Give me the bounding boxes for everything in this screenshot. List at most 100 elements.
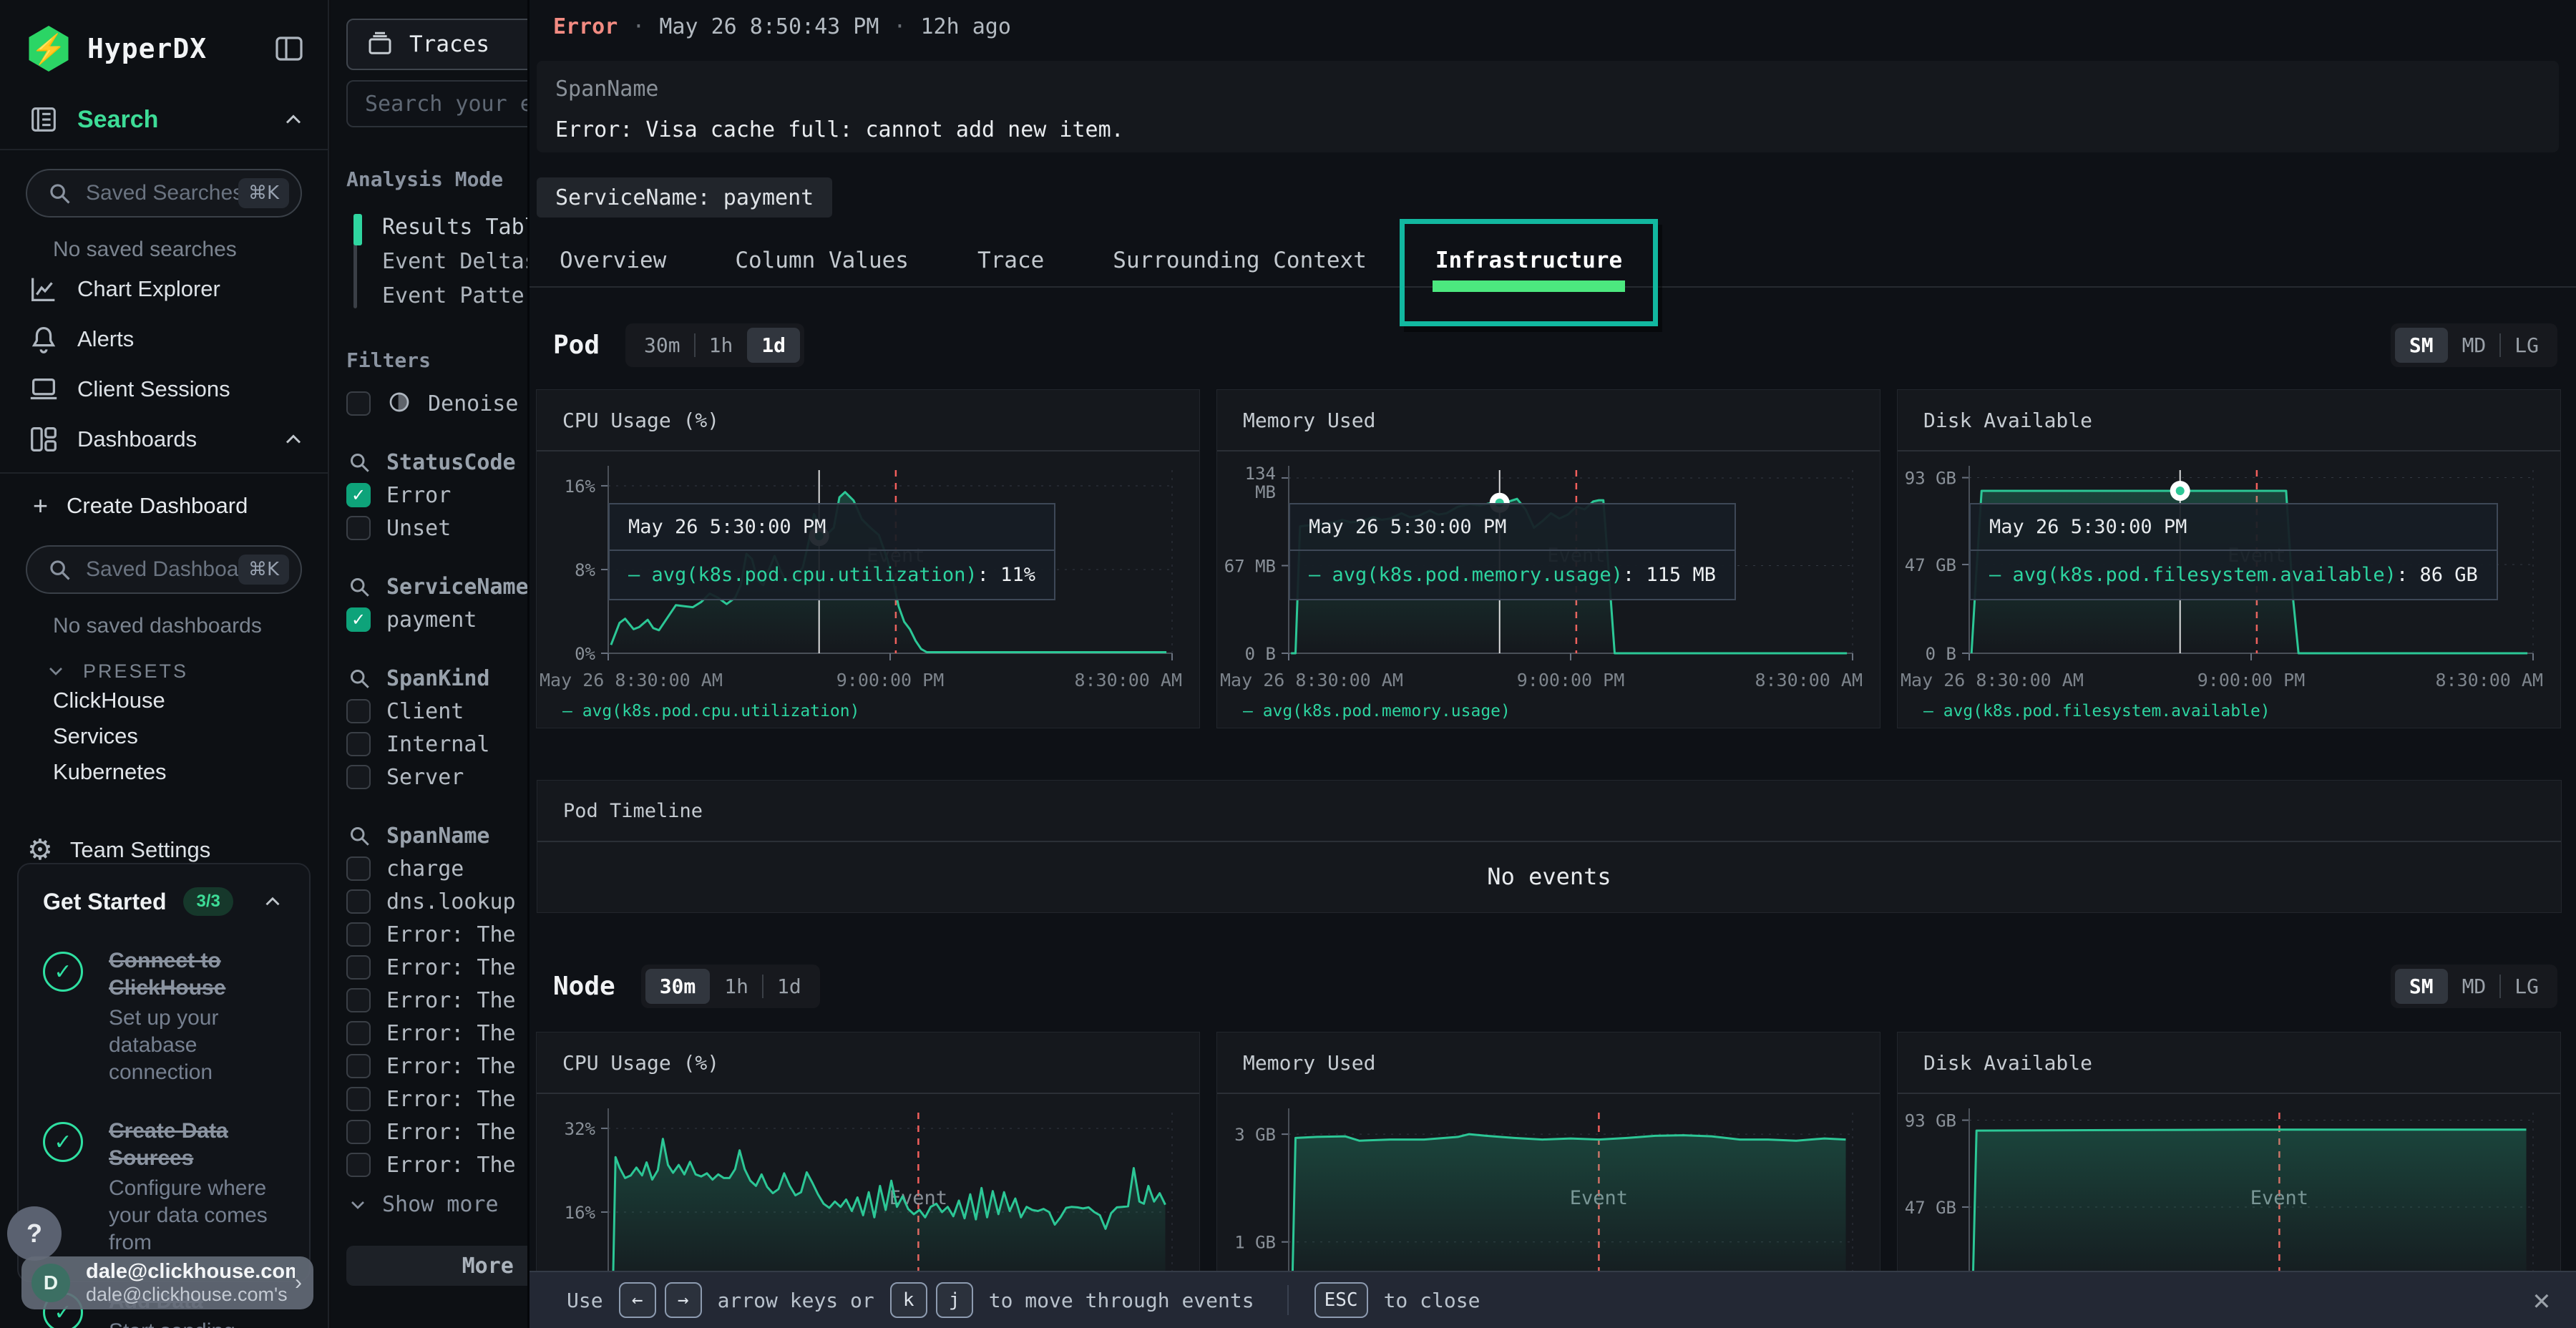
checkbox-unchecked[interactable] [346,988,371,1012]
node-range-30m[interactable]: 30m [645,969,711,1004]
checkbox-checked[interactable]: ✓ [346,607,371,632]
node-size-lg[interactable]: LG [2500,969,2553,1004]
node-size-toggle: SMMDLG [2391,965,2557,1008]
sidebar-item-client-sessions[interactable]: Client Sessions [0,366,328,412]
app-title: HyperDX [87,33,207,64]
svg-text:9:00:00 PM: 9:00:00 PM [1517,670,1625,690]
checkbox-unchecked[interactable] [346,1153,371,1177]
tab-infrastructure[interactable]: Infrastructure [1415,235,1642,286]
checkbox-unchecked[interactable] [346,765,371,789]
tab-column-values[interactable]: Column Values [715,235,929,286]
svg-text:47 GB: 47 GB [1905,555,1956,575]
svg-text:9:00:00 PM: 9:00:00 PM [836,670,945,690]
analysis-mode-track [353,214,357,308]
sidebar-item-alerts[interactable]: Alerts [0,316,328,362]
chart-tooltip: May 26 5:30:00 PM— avg(k8s.pod.memory.us… [1289,503,1736,600]
tooltip-metric: — avg(k8s.pod.cpu.utilization) [628,564,977,586]
dashboards-icon [27,423,60,456]
pod-timeline-card: Pod Timeline No events [537,780,2562,913]
pod-size-md[interactable]: MD [2448,328,2501,363]
get-started-item[interactable]: ✓Connect to ClickHouseSet up your databa… [43,947,285,1086]
service-name-chip[interactable]: ServiceName: payment [537,177,832,218]
chevron-right-icon: › [295,1271,302,1295]
team-settings-label: Team Settings [70,837,210,863]
pod-size-lg[interactable]: LG [2500,328,2553,363]
saved-dashboards-placeholder: Saved Dashboards [86,557,238,582]
sidebar-collapse-icon[interactable] [272,31,306,66]
svg-text:9:00:00 PM: 9:00:00 PM [2197,670,2306,690]
get-started-item[interactable]: ✓Create Data SourcesConfigure where your… [43,1118,285,1256]
sidebar-item-chart-explorer[interactable]: Chart Explorer [0,266,328,312]
close-icon[interactable]: ✕ [2533,1284,2550,1317]
pod-timeline-empty: No events [537,842,2561,911]
source-select-value: Traces [409,31,489,57]
chevron-up-icon [280,107,306,132]
sidebar-nav: Chart ExplorerAlertsClient SessionsDashb… [0,266,328,474]
tab-trace[interactable]: Trace [957,235,1064,286]
pod-size-sm[interactable]: SM [2395,328,2448,363]
chart-card-pod-cpu: CPU Usage (%)16%8%0%EventMay 26 8:30:00 … [536,389,1200,728]
help-button[interactable]: ? [7,1206,62,1261]
keyboard-hint-bar: Use ← → arrow keys or k j to move throug… [530,1271,2576,1328]
tab-overview[interactable]: Overview [540,235,686,286]
checkbox-unchecked[interactable] [346,516,371,540]
pod-range-1d[interactable]: 1d [747,328,800,363]
avatar: D [31,1264,70,1302]
active-tab-indicator [1433,280,1625,292]
tooltip-time: May 26 5:30:00 PM [1971,504,2497,551]
pod-range-1h[interactable]: 1h [695,328,748,363]
checkbox-unchecked[interactable] [346,856,371,881]
user-menu[interactable]: D dale@clickhouse.com dale@clickhouse.co… [21,1256,313,1309]
checkbox-checked[interactable]: ✓ [346,483,371,507]
node-range-1h[interactable]: 1h [710,969,763,1004]
checkbox-unchecked[interactable] [346,1054,371,1078]
node-size-md[interactable]: MD [2448,969,2501,1004]
search-icon [46,556,73,583]
svg-text:134MB: 134MB [1245,464,1276,502]
denoise-checkbox[interactable] [346,391,371,416]
sidebar: ⚡ HyperDX Search Saved Searches ⌘K No s [0,0,329,1328]
get-started-card: Get Started 3/3 ✓Connect to ClickHouseSe… [17,863,311,1282]
preset-item-kubernetes[interactable]: Kubernetes [0,754,328,790]
preset-item-services[interactable]: Services [0,718,328,754]
search-icon [346,665,372,691]
checkbox-unchecked[interactable] [346,699,371,723]
checkbox-unchecked[interactable] [346,732,371,756]
chart-tooltip: May 26 5:30:00 PM— avg(k8s.pod.cpu.utili… [608,503,1055,600]
sidebar-item-dashboards[interactable]: Dashboards [0,416,328,462]
svg-text:8:30:00 AM: 8:30:00 AM [1074,670,1182,690]
checkbox-unchecked[interactable] [346,1087,371,1111]
hyperdx-app: ⚡ HyperDX Search Saved Searches ⌘K No s [0,0,2576,1328]
saved-dashboards-input[interactable]: Saved Dashboards ⌘K [26,545,302,594]
presets-toggle[interactable]: PRESETS [44,660,328,683]
node-size-sm[interactable]: SM [2395,969,2448,1004]
node-section-header: Node30m1h1d [553,965,820,1008]
svg-text:47 GB: 47 GB [1905,1198,1956,1218]
chevron-up-icon[interactable] [260,889,285,914]
svg-text:93 GB: 93 GB [1905,1111,1956,1131]
checkbox-unchecked[interactable] [346,889,371,914]
chart-legend: — avg(k8s.pod.cpu.utilization) [562,702,859,721]
plus-icon: + [33,491,48,521]
checkbox-unchecked[interactable] [346,1120,371,1144]
chevron-down-icon [44,660,67,683]
chart-title: CPU Usage (%) [537,390,1199,451]
tooltip-time: May 26 5:30:00 PM [1290,504,1735,551]
saved-searches-input[interactable]: Saved Searches ⌘K [26,169,302,218]
checkbox-unchecked[interactable] [346,922,371,947]
shortcut-badge: ⌘K [238,555,289,585]
preset-item-clickhouse[interactable]: ClickHouse [0,683,328,718]
tab-surrounding-context[interactable]: Surrounding Context [1093,235,1387,286]
no-saved-searches-text: No saved searches [53,238,328,262]
checkbox-unchecked[interactable] [346,1021,371,1045]
sidebar-item-search[interactable]: Search [0,90,328,150]
chart-title: Memory Used [1217,1032,1880,1094]
check-circle-icon: ✓ [43,1122,83,1162]
chart-title: Disk Available [1898,390,2560,451]
chevron-up-icon [280,426,306,452]
checkbox-unchecked[interactable] [346,955,371,980]
pod-range-30m[interactable]: 30m [630,328,695,363]
create-dashboard-button[interactable]: + Create Dashboard [0,485,328,527]
chart-tooltip: May 26 5:30:00 PM— avg(k8s.pod.filesyste… [1969,503,2498,600]
node-range-1d[interactable]: 1d [763,969,816,1004]
